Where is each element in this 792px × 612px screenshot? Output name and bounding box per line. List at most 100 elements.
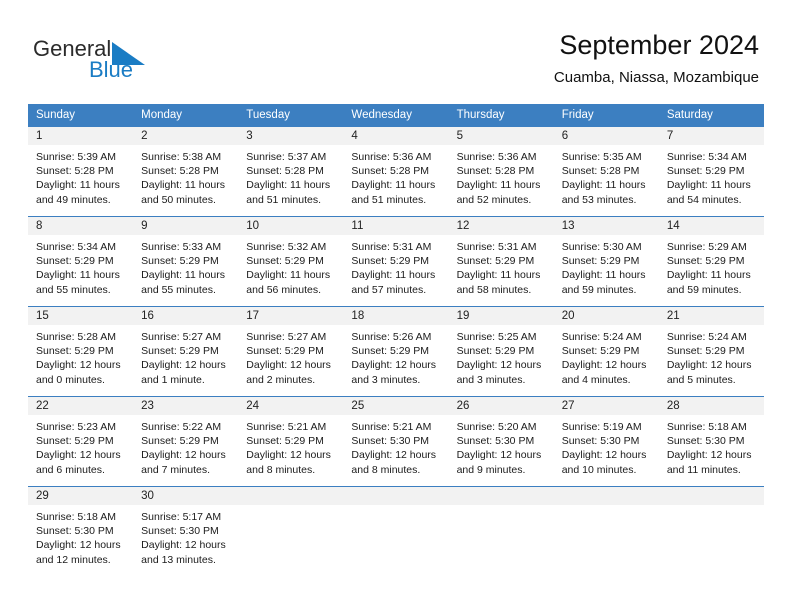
day-detail-daylight-line2: and 55 minutes. xyxy=(36,283,111,296)
calendar-page: General Blue September 2024 Cuamba, Nias… xyxy=(0,0,792,612)
calendar-day-cell[interactable]: 3 Sunrise: 5:37 AM Sunset: 5:28 PM Daylight… xyxy=(238,126,344,217)
day-detail-sunset: Sunset: 5:28 PM xyxy=(456,165,535,178)
weekday-header-wednesday: Wednesday xyxy=(343,104,449,127)
calendar-day-cell[interactable]: 30 Sunrise: 5:17 AM Sunset: 5:30 PM Dayligh… xyxy=(133,486,239,577)
day-cell-details: Sunrise: 5:27 AM Sunset: 5:29 PM Daylight:… xyxy=(133,325,238,387)
day-cell-details: Sunrise: 5:21 AM Sunset: 5:29 PM Daylight:… xyxy=(238,415,343,477)
calendar-day-cell[interactable]: 18 Sunrise: 5:26 AM Sunset: 5:29 PM Dayligh… xyxy=(343,306,449,397)
day-detail-sunrise: Sunrise: 5:34 AM xyxy=(36,241,116,253)
calendar-body: 1 Sunrise: 5:39 AM Sunset: 5:28 PM Daylight… xyxy=(28,126,764,577)
day-cell-inner xyxy=(343,487,449,577)
day-cell-details: Sunrise: 5:34 AM Sunset: 5:29 PM Daylight:… xyxy=(28,235,133,297)
calendar-day-cell[interactable]: 29 Sunrise: 5:18 AM Sunset: 5:30 PM Dayligh… xyxy=(28,486,134,577)
day-detail-sunrise: Sunrise: 5:17 AM xyxy=(141,511,222,523)
day-detail-daylight-line2: and 11 minutes. xyxy=(666,463,741,476)
day-number: 24 xyxy=(238,397,344,415)
day-detail-sunset: Sunset: 5:29 PM xyxy=(666,255,745,268)
day-detail-daylight-line2: and 50 minutes. xyxy=(141,193,216,206)
brand-logo[interactable]: General Blue xyxy=(33,36,233,82)
calendar-day-cell[interactable]: 15 Sunrise: 5:28 AM Sunset: 5:29 PM Dayligh… xyxy=(28,306,134,397)
day-detail-daylight-line1: Daylight: 12 hours xyxy=(666,449,752,462)
calendar-day-cell[interactable]: 20 Sunrise: 5:24 AM Sunset: 5:29 PM Dayligh… xyxy=(553,306,659,397)
calendar-day-cell[interactable]: 10 Sunrise: 5:32 AM Sunset: 5:29 PM Dayligh… xyxy=(238,216,344,307)
day-number: 6 xyxy=(553,127,659,145)
day-cell-details: Sunrise: 5:24 AM Sunset: 5:29 PM Daylight:… xyxy=(659,325,764,387)
calendar-day-cell[interactable]: 17 Sunrise: 5:27 AM Sunset: 5:29 PM Dayligh… xyxy=(238,306,344,397)
day-cell-inner: 7 Sunrise: 5:34 AM Sunset: 5:29 PM Daylight… xyxy=(658,127,764,216)
calendar-day-cell[interactable]: 24 Sunrise: 5:21 AM Sunset: 5:29 PM Dayligh… xyxy=(238,396,344,487)
day-cell-details: Sunrise: 5:24 AM Sunset: 5:29 PM Daylight:… xyxy=(554,325,659,387)
day-detail-daylight-line1: Daylight: 12 hours xyxy=(36,359,121,372)
page-subtitle-location: Cuamba, Niassa, Mozambique xyxy=(553,69,759,86)
day-detail-sunset: Sunset: 5:29 PM xyxy=(141,345,219,358)
day-detail-sunset: Sunset: 5:29 PM xyxy=(36,345,114,358)
calendar-day-cell[interactable]: 2 Sunrise: 5:38 AM Sunset: 5:28 PM Daylight… xyxy=(133,126,239,217)
day-number xyxy=(553,487,659,505)
day-number: 18 xyxy=(343,307,449,325)
day-cell-details: Sunrise: 5:28 AM Sunset: 5:29 PM Daylight:… xyxy=(28,325,133,387)
day-detail-sunset: Sunset: 5:29 PM xyxy=(351,255,430,268)
day-number: 28 xyxy=(658,397,764,415)
day-detail-sunset: Sunset: 5:29 PM xyxy=(666,345,745,358)
day-cell-details: Sunrise: 5:22 AM Sunset: 5:29 PM Daylight:… xyxy=(133,415,238,477)
calendar-day-cell[interactable]: 23 Sunrise: 5:22 AM Sunset: 5:29 PM Dayligh… xyxy=(133,396,239,487)
day-number: 19 xyxy=(448,307,554,325)
calendar-day-cell[interactable]: 27 Sunrise: 5:19 AM Sunset: 5:30 PM Dayligh… xyxy=(553,396,659,487)
weekday-header-thursday: Thursday xyxy=(448,104,554,127)
calendar-day-cell[interactable]: 5 Sunrise: 5:36 AM Sunset: 5:28 PM Daylight… xyxy=(448,126,554,217)
day-detail-daylight-line2: and 51 minutes. xyxy=(246,193,321,206)
calendar-day-cell[interactable]: 28 Sunrise: 5:18 AM Sunset: 5:30 PM Dayligh… xyxy=(658,396,764,487)
day-detail-daylight-line2: and 2 minutes. xyxy=(246,373,316,386)
day-detail-sunset: Sunset: 5:29 PM xyxy=(456,255,535,268)
day-detail-daylight-line2: and 3 minutes. xyxy=(351,373,421,386)
calendar-day-cell[interactable]: 13 Sunrise: 5:30 AM Sunset: 5:29 PM Dayligh… xyxy=(553,216,659,307)
day-number: 23 xyxy=(133,397,239,415)
calendar-week-row: 15 Sunrise: 5:28 AM Sunset: 5:29 PM Dayligh… xyxy=(28,306,764,397)
day-detail-daylight-line2: and 8 minutes. xyxy=(246,463,316,476)
brand-name-blue: Blue xyxy=(89,57,134,82)
day-detail-daylight-line1: Daylight: 11 hours xyxy=(456,269,541,282)
calendar-day-cell[interactable]: 12 Sunrise: 5:31 AM Sunset: 5:29 PM Dayligh… xyxy=(448,216,554,307)
calendar-day-cell-empty xyxy=(343,486,449,577)
day-detail-sunrise: Sunrise: 5:21 AM xyxy=(351,421,432,433)
calendar-day-cell[interactable]: 26 Sunrise: 5:20 AM Sunset: 5:30 PM Dayligh… xyxy=(448,396,554,487)
day-detail-sunrise: Sunrise: 5:31 AM xyxy=(351,241,432,253)
page-header: General Blue September 2024 Cuamba, Nias… xyxy=(0,0,792,104)
calendar-day-cell[interactable]: 11 Sunrise: 5:31 AM Sunset: 5:29 PM Dayligh… xyxy=(343,216,449,307)
day-detail-daylight-line1: Daylight: 11 hours xyxy=(246,269,331,282)
calendar-day-cell[interactable]: 25 Sunrise: 5:21 AM Sunset: 5:30 PM Dayligh… xyxy=(343,396,449,487)
day-detail-daylight-line1: Daylight: 12 hours xyxy=(36,449,121,462)
day-detail-daylight-line2: and 9 minutes. xyxy=(456,463,526,476)
calendar-day-cell[interactable]: 1 Sunrise: 5:39 AM Sunset: 5:28 PM Daylight… xyxy=(28,126,134,217)
day-number: 30 xyxy=(133,487,239,505)
day-detail-sunrise: Sunrise: 5:30 AM xyxy=(561,241,642,253)
day-cell-inner: 21 Sunrise: 5:24 AM Sunset: 5:29 PM Dayligh… xyxy=(658,307,764,396)
calendar-day-cell[interactable]: 7 Sunrise: 5:34 AM Sunset: 5:29 PM Daylight… xyxy=(658,126,764,217)
day-number: 25 xyxy=(343,397,449,415)
day-cell-details: Sunrise: 5:19 AM Sunset: 5:30 PM Daylight:… xyxy=(554,415,659,477)
day-detail-daylight-line2: and 52 minutes. xyxy=(456,193,532,206)
calendar-week-row: 22 Sunrise: 5:23 AM Sunset: 5:29 PM Dayligh… xyxy=(28,396,764,487)
calendar-day-cell[interactable]: 16 Sunrise: 5:27 AM Sunset: 5:29 PM Dayligh… xyxy=(133,306,239,397)
day-detail-daylight-line1: Daylight: 12 hours xyxy=(36,539,121,552)
calendar-day-cell[interactable]: 8 Sunrise: 5:34 AM Sunset: 5:29 PM Daylight… xyxy=(28,216,134,307)
day-number xyxy=(343,487,449,505)
day-detail-daylight-line1: Daylight: 12 hours xyxy=(666,359,752,372)
day-cell-inner: 30 Sunrise: 5:17 AM Sunset: 5:30 PM Dayligh… xyxy=(133,487,239,577)
weekday-header-monday: Monday xyxy=(133,104,239,127)
day-detail-sunrise: Sunrise: 5:31 AM xyxy=(456,241,537,253)
day-cell-inner: 6 Sunrise: 5:35 AM Sunset: 5:28 PM Daylight… xyxy=(553,127,659,216)
calendar-day-cell[interactable]: 21 Sunrise: 5:24 AM Sunset: 5:29 PM Dayligh… xyxy=(658,306,764,397)
day-detail-sunset: Sunset: 5:29 PM xyxy=(246,255,324,268)
day-number: 2 xyxy=(133,127,239,145)
calendar-header-row: Sunday Monday Tuesday Wednesday Thursday… xyxy=(28,104,764,127)
day-detail-daylight-line1: Daylight: 11 hours xyxy=(246,179,331,192)
calendar-day-cell[interactable]: 22 Sunrise: 5:23 AM Sunset: 5:29 PM Dayligh… xyxy=(28,396,134,487)
calendar-day-cell[interactable]: 14 Sunrise: 5:29 AM Sunset: 5:29 PM Dayligh… xyxy=(658,216,764,307)
calendar-day-cell[interactable]: 4 Sunrise: 5:36 AM Sunset: 5:28 PM Daylight… xyxy=(343,126,449,217)
weekday-header-sunday: Sunday xyxy=(28,104,134,127)
calendar-day-cell[interactable]: 6 Sunrise: 5:35 AM Sunset: 5:28 PM Daylight… xyxy=(553,126,659,217)
day-detail-daylight-line2: and 6 minutes. xyxy=(36,463,105,476)
calendar-day-cell[interactable]: 19 Sunrise: 5:25 AM Sunset: 5:29 PM Dayligh… xyxy=(448,306,554,397)
calendar-day-cell[interactable]: 9 Sunrise: 5:33 AM Sunset: 5:29 PM Daylight… xyxy=(133,216,239,307)
